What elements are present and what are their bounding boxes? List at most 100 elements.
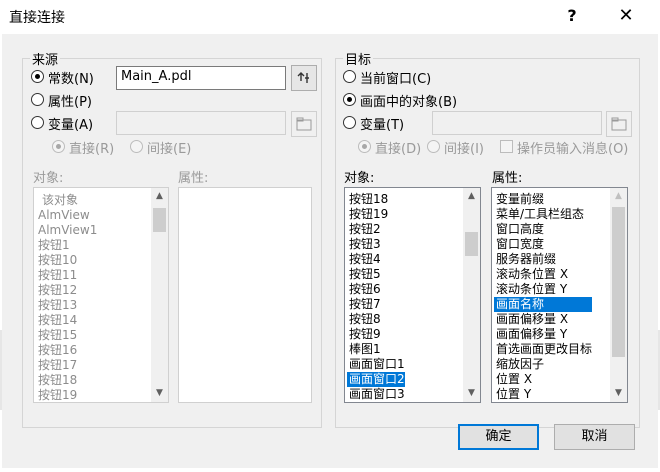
list-item[interactable]: 滚动条位置 X [494, 267, 592, 282]
source-objects-scrollbar[interactable]: ▲ ▼ [151, 188, 168, 402]
radio-object-in-screen[interactable] [343, 93, 356, 106]
radio-indirect-target-label[interactable]: 间接(I) [444, 138, 484, 157]
radio-direct-target-label[interactable]: 直接(D) [375, 138, 421, 157]
source-objects-list[interactable]: 该对象 AlmView AlmView1 按钮1 按钮10 按钮11 按钮12 按钮13 按钮1… [33, 187, 169, 403]
list-item[interactable]: 按钮10 [36, 253, 97, 268]
list-item[interactable]: 按钮15 [36, 328, 97, 343]
list-item[interactable]: 按钮7 [347, 297, 405, 312]
target-variable-browse-button[interactable] [606, 111, 632, 137]
target-objects-list[interactable]: 按钮18 按钮19 按钮2 按钮3 按钮4 按钮5 按钮6 按钮7 按钮8 按钮9 棒图1 画面窗口1… [344, 187, 481, 403]
operator-input-checkbox[interactable] [500, 140, 513, 153]
list-item[interactable]: 缩放因子 [494, 357, 592, 372]
list-item[interactable]: 画面窗口1 [347, 357, 405, 372]
list-item[interactable]: 按钮6 [347, 282, 405, 297]
scroll-up-arrow-icon[interactable]: ▲ [151, 188, 168, 205]
source-objects-label: 对象: [33, 171, 64, 186]
source-variable-field[interactable] [116, 111, 286, 135]
source-properties-label: 属性: [178, 171, 209, 186]
scroll-down-arrow-icon[interactable]: ▼ [463, 385, 480, 402]
list-item[interactable]: 窗口高度 [494, 222, 592, 237]
scroll-down-arrow-icon[interactable]: ▼ [610, 385, 627, 402]
close-button[interactable]: ✕ [614, 4, 638, 28]
radio-target-variable[interactable] [343, 116, 356, 129]
radio-direct-target[interactable] [358, 140, 371, 153]
radio-constant-label[interactable]: 常数(N) [48, 68, 94, 87]
folder-icon [296, 117, 312, 131]
list-item[interactable]: 按钮17 [36, 358, 97, 373]
cancel-button[interactable]: 取消 [554, 424, 635, 450]
list-item[interactable]: 按钮5 [347, 267, 405, 282]
list-item[interactable]: 按钮14 [36, 313, 97, 328]
list-item[interactable]: 服务器前缀 [494, 252, 592, 267]
list-item[interactable]: 画面窗口3 [347, 387, 405, 402]
window-title: 直接连接 [9, 10, 65, 26]
radio-indirect-target[interactable] [427, 140, 440, 153]
list-item[interactable]: 该对象 [36, 193, 97, 208]
radio-property[interactable] [31, 93, 44, 106]
list-item[interactable]: AlmView1 [36, 223, 97, 238]
target-properties-items: 变量前缀 菜单/工具栏组态 窗口高度 窗口宽度 服务器前缀 滚动条位置 X 滚动条位置 Y画… [494, 192, 593, 402]
list-item[interactable]: 按钮19 [347, 207, 405, 222]
list-item[interactable]: 位置 X [494, 372, 592, 387]
list-item[interactable]: 变量前缀 [494, 192, 592, 207]
radio-indirect-source-label[interactable]: 间接(E) [147, 138, 191, 157]
target-objects-label: 对象: [344, 171, 375, 186]
list-item[interactable]: 首选画面更改目标 [494, 342, 592, 357]
source-group-title: 来源 [30, 49, 61, 68]
list-item[interactable]: 按钮2 [347, 222, 405, 237]
list-item[interactable]: 按钮18 [36, 373, 97, 388]
list-item[interactable]: 位置 Y [494, 387, 592, 402]
list-item[interactable]: 按钮11 [36, 268, 97, 283]
list-item[interactable]: 滚动条位置 Y [494, 282, 592, 297]
target-objects-scrollbar[interactable]: ▲ ▼ [463, 188, 480, 402]
radio-variable-label[interactable]: 变量(A) [48, 114, 93, 133]
list-item[interactable]: 画面偏移量 Y [494, 327, 592, 342]
folder-icon [611, 117, 627, 131]
operator-input-label[interactable]: 操作员输入消息(O) [517, 138, 628, 157]
scroll-up-arrow-icon[interactable]: ▲ [610, 188, 627, 205]
list-item[interactable]: 画面窗口2 [347, 372, 405, 387]
list-item[interactable]: 按钮3 [347, 237, 405, 252]
list-item[interactable]: 菜单/工具栏组态 [494, 207, 592, 222]
list-item[interactable]: AlmView [36, 208, 97, 223]
constant-value-field[interactable]: Main_A.pdl [116, 66, 286, 90]
help-button[interactable]: ? [560, 4, 584, 28]
list-item[interactable]: 按钮9 [347, 327, 405, 342]
source-objects-items: 该对象 AlmView AlmView1 按钮1 按钮10 按钮11 按钮12 按钮13 按钮1… [36, 193, 97, 402]
list-item[interactable]: 按钮18 [347, 192, 405, 207]
list-item[interactable]: 窗口宽度 [494, 237, 592, 252]
source-variable-browse-button[interactable] [291, 111, 317, 137]
source-properties-list[interactable] [178, 187, 312, 403]
list-item[interactable]: 按钮16 [36, 343, 97, 358]
list-item[interactable]: 棒图1 [347, 342, 405, 357]
scroll-up-arrow-icon[interactable]: ▲ [463, 188, 480, 205]
radio-current-window-label[interactable]: 当前窗口(C) [360, 68, 431, 87]
list-item[interactable]: 按钮1 [36, 238, 97, 253]
dialog-body: 来源 常数(N) Main_A.pdl 属性(P) 变量(A) 直接(R) 间接… [2, 34, 658, 468]
radio-direct-source-label[interactable]: 直接(R) [69, 138, 114, 157]
scrollbar-thumb[interactable] [153, 208, 166, 232]
target-properties-list[interactable]: 变量前缀 菜单/工具栏组态 窗口高度 窗口宽度 服务器前缀 滚动条位置 X 滚动条位置 Y画… [491, 187, 628, 403]
radio-target-variable-label[interactable]: 变量(T) [360, 114, 404, 133]
scroll-down-arrow-icon[interactable]: ▼ [151, 385, 168, 402]
radio-current-window[interactable] [343, 70, 356, 83]
radio-property-label[interactable]: 属性(P) [48, 91, 92, 110]
radio-object-in-screen-label[interactable]: 画面中的对象(B) [360, 91, 457, 110]
list-item[interactable]: 画面名称 [494, 297, 593, 312]
tag-select-button[interactable] [291, 65, 317, 91]
target-properties-scrollbar[interactable]: ▲ ▼ [610, 188, 627, 402]
list-item[interactable]: 按钮8 [347, 312, 405, 327]
scrollbar-thumb[interactable] [612, 207, 625, 357]
list-item[interactable]: 按钮19 [36, 388, 97, 402]
list-item[interactable]: 按钮4 [347, 252, 405, 267]
list-item[interactable]: 按钮12 [36, 283, 97, 298]
list-item[interactable]: 画面偏移量 X [494, 312, 592, 327]
list-item[interactable]: 按钮13 [36, 298, 97, 313]
scrollbar-thumb[interactable] [465, 232, 478, 256]
ok-button[interactable]: 确定 [458, 424, 539, 450]
radio-indirect-source[interactable] [130, 140, 143, 153]
target-variable-field[interactable] [432, 111, 602, 135]
radio-direct-source[interactable] [52, 140, 65, 153]
radio-constant[interactable] [31, 70, 44, 83]
radio-variable[interactable] [31, 116, 44, 129]
